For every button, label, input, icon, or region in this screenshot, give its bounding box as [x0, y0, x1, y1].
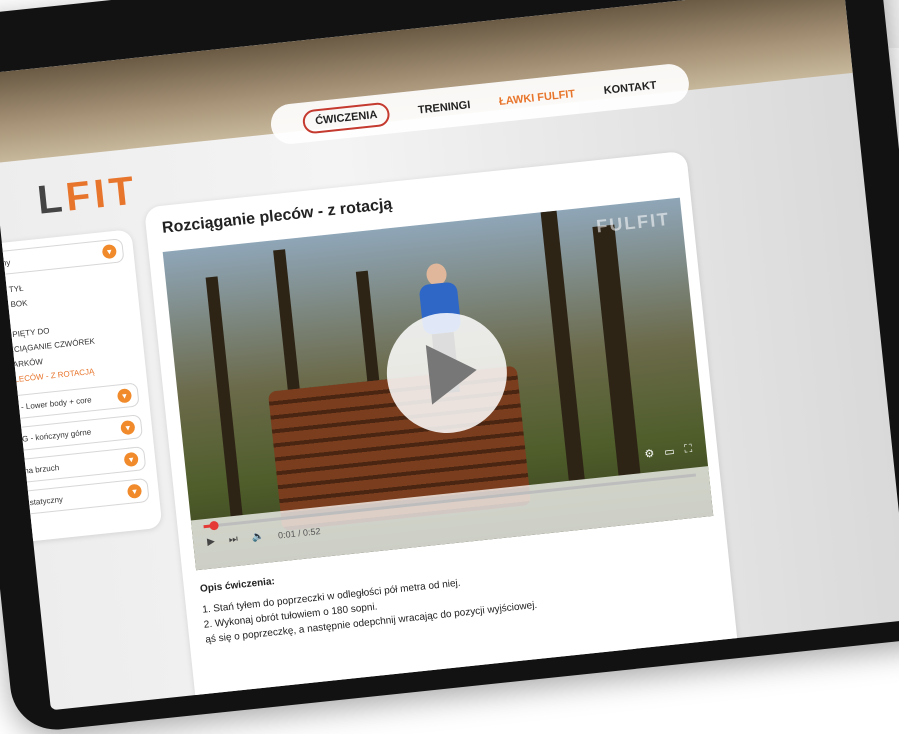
play-icon: [425, 339, 480, 405]
nav-item-cwiczenia[interactable]: ĆWICZENIA: [302, 101, 391, 135]
category-select-label: amiczny: [0, 257, 11, 270]
nav-item-kontakt[interactable]: KONTAKT: [603, 80, 657, 97]
chevron-down-icon: ▾: [116, 388, 133, 404]
exercise-sidebar: amiczny ▾ NÓG W TYŁ NÓG W BOK T NIĘCIE P…: [0, 229, 163, 546]
exercise-list: NÓG W TYŁ NÓG W BOK T NIĘCIE PIĘTY DO A …: [0, 270, 134, 390]
site-logo[interactable]: LFIT: [35, 168, 140, 223]
chevron-down-icon: ▾: [126, 483, 143, 499]
category-select-label: nia LB - Lower body + core: [0, 394, 92, 414]
play-small-icon[interactable]: ▶: [207, 536, 216, 548]
video-progress-knob[interactable]: [209, 520, 219, 531]
volume-icon[interactable]: 🔈: [251, 531, 265, 543]
video-player[interactable]: FULFIT ⚙ ▭ ⛶ ▶ ⏭ 🔈 0:01 / 0:52: [162, 197, 714, 571]
tablet-screen: LFIT ĆWICZENIA TRENINGI ŁAWKI FULFIT KON…: [0, 0, 899, 711]
settings-gear-icon[interactable]: ⚙: [644, 447, 655, 461]
next-track-icon[interactable]: ⏭: [228, 534, 238, 546]
theater-mode-icon[interactable]: ▭: [664, 445, 676, 459]
category-select-static-stretching[interactable]: tching statyczny ▾: [0, 477, 150, 518]
video-tree: [205, 276, 243, 517]
video-tree: [540, 210, 585, 481]
video-time: 0:01 / 0:52: [277, 525, 321, 540]
video-tree: [592, 224, 641, 476]
category-select-label: zenia na brzuch: [2, 462, 60, 478]
video-overlay-icons: ⚙ ▭ ⛶: [644, 443, 693, 461]
video-control-row: ▶ ⏭ 🔈 0:01 / 0:52: [207, 525, 321, 548]
fullscreen-icon[interactable]: ⛶: [684, 443, 693, 457]
nav-item-lawki-fulfit[interactable]: ŁAWKI FULFIT: [498, 88, 575, 108]
chevron-down-icon: ▾: [120, 419, 136, 436]
chevron-down-icon: ▾: [101, 243, 118, 260]
header-photo-strip: [0, 0, 853, 164]
video-watermark-logo: FULFIT: [595, 208, 672, 237]
nav-item-treningi[interactable]: TRENINGI: [417, 99, 471, 116]
category-select-label: enia KG - kończyny górne: [0, 426, 92, 446]
logo-text-right: FIT: [63, 168, 140, 220]
chevron-down-icon: ▾: [123, 451, 139, 468]
exercise-content-card: Rozciąganie pleców - z rotacją FULFIT ⚙ …: [143, 150, 745, 711]
tablet-device: LFIT ĆWICZENIA TRENINGI ŁAWKI FULFIT KON…: [0, 0, 899, 734]
category-select-label: tching statyczny: [5, 494, 64, 510]
